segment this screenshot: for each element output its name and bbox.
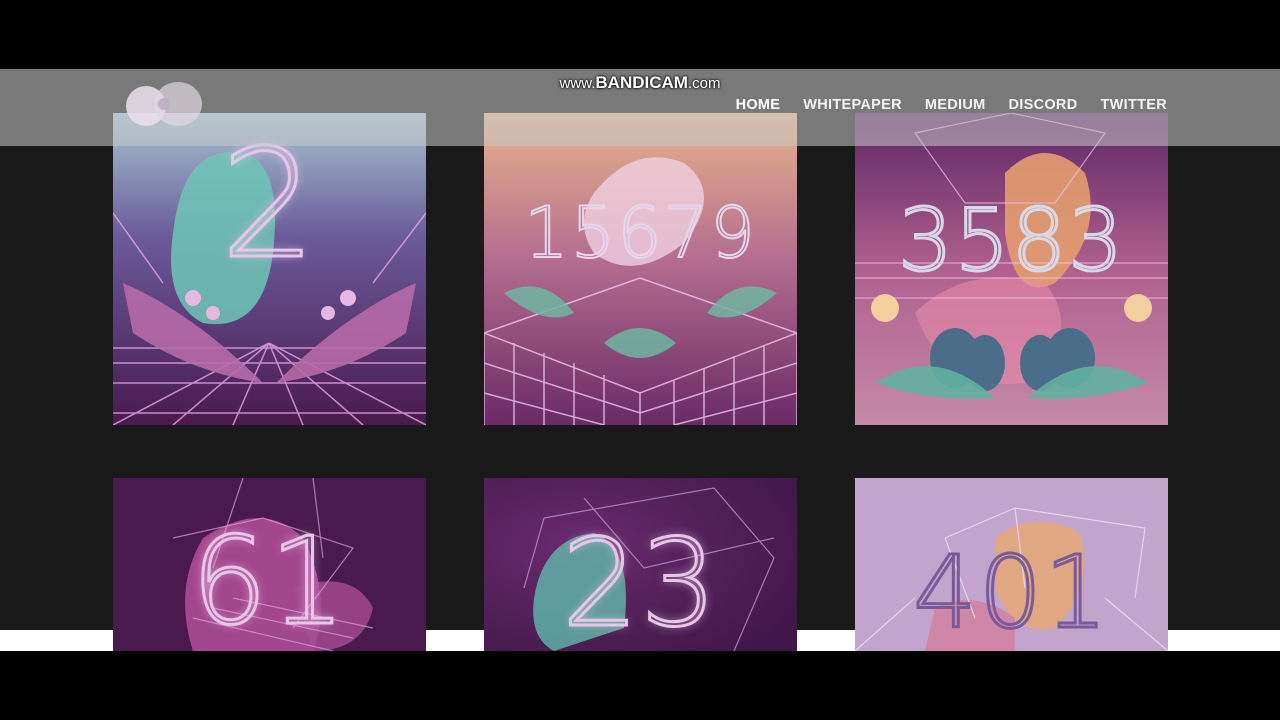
card-number: 23 [561, 515, 719, 651]
card-number: 15679 [523, 192, 757, 274]
video-letterbox-top [0, 0, 1280, 69]
nft-card[interactable]: 15679 [484, 113, 797, 425]
watermark-prefix: www. [559, 75, 596, 92]
nft-card[interactable]: 23 [484, 478, 797, 651]
watermark-suffix: .com [687, 75, 721, 92]
nav-discord[interactable]: DISCORD [1009, 97, 1078, 113]
video-letterbox-bottom [0, 651, 1280, 720]
main-nav: HOME WHITEPAPER MEDIUM DISCORD TWITTER [736, 97, 1167, 113]
nft-card[interactable]: 61 [113, 478, 426, 651]
watermark-brand: BANDICAM [595, 73, 688, 92]
card-number: 61 [190, 513, 348, 651]
card-number: 3583 [897, 191, 1125, 291]
nft-card[interactable]: 401 [855, 478, 1168, 651]
nav-home[interactable]: HOME [736, 97, 781, 113]
nav-twitter[interactable]: TWITTER [1100, 97, 1167, 113]
nav-medium[interactable]: MEDIUM [925, 97, 986, 113]
nft-card[interactable]: 2 [113, 113, 426, 425]
nft-card[interactable]: 3583 [855, 113, 1168, 425]
card-number: 401 [912, 534, 1110, 651]
nav-whitepaper[interactable]: WHITEPAPER [803, 97, 902, 113]
card-number: 2 [219, 118, 319, 292]
recording-watermark: www.BANDICAM.com [0, 73, 1280, 93]
